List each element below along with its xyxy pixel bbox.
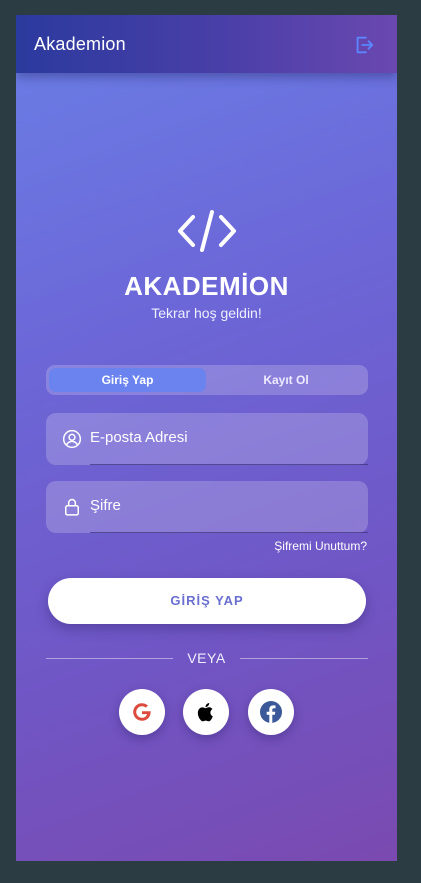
email-underline <box>90 464 368 465</box>
tab-login[interactable]: Giriş Yap <box>49 368 206 392</box>
google-login-button[interactable] <box>119 689 165 735</box>
app-bar: Akademion <box>16 15 397 73</box>
brand-title: AKADEMİON <box>124 271 289 301</box>
login-button[interactable]: GİRİŞ YAP <box>48 578 366 624</box>
password-placeholder: Şifre <box>90 497 121 514</box>
app-title: Akademion <box>34 34 126 54</box>
password-underline <box>90 532 368 533</box>
user-icon <box>62 429 82 449</box>
facebook-login-button[interactable] <box>248 689 294 735</box>
google-icon <box>133 703 151 721</box>
auth-tabs: Giriş Yap Kayıt Ol <box>46 365 368 395</box>
phone-screen: Akademion AKADEMİON Tekrar hoş geldin! G… <box>16 15 397 861</box>
welcome-text: Tekrar hoş geldin! <box>151 305 262 321</box>
apple-icon <box>197 703 213 722</box>
forgot-password-link[interactable]: Şifremi Unuttum? <box>274 539 367 553</box>
facebook-icon <box>260 701 282 723</box>
email-placeholder: E-posta Adresi <box>90 429 188 446</box>
lock-icon <box>65 498 79 516</box>
divider-right <box>240 658 368 659</box>
code-icon <box>178 210 236 252</box>
logout-icon[interactable] <box>353 34 375 56</box>
email-field[interactable]: E-posta Adresi <box>46 413 368 465</box>
apple-login-button[interactable] <box>183 689 229 735</box>
tab-register[interactable]: Kayıt Ol <box>207 368 365 392</box>
password-field[interactable]: Şifre <box>46 481 368 533</box>
